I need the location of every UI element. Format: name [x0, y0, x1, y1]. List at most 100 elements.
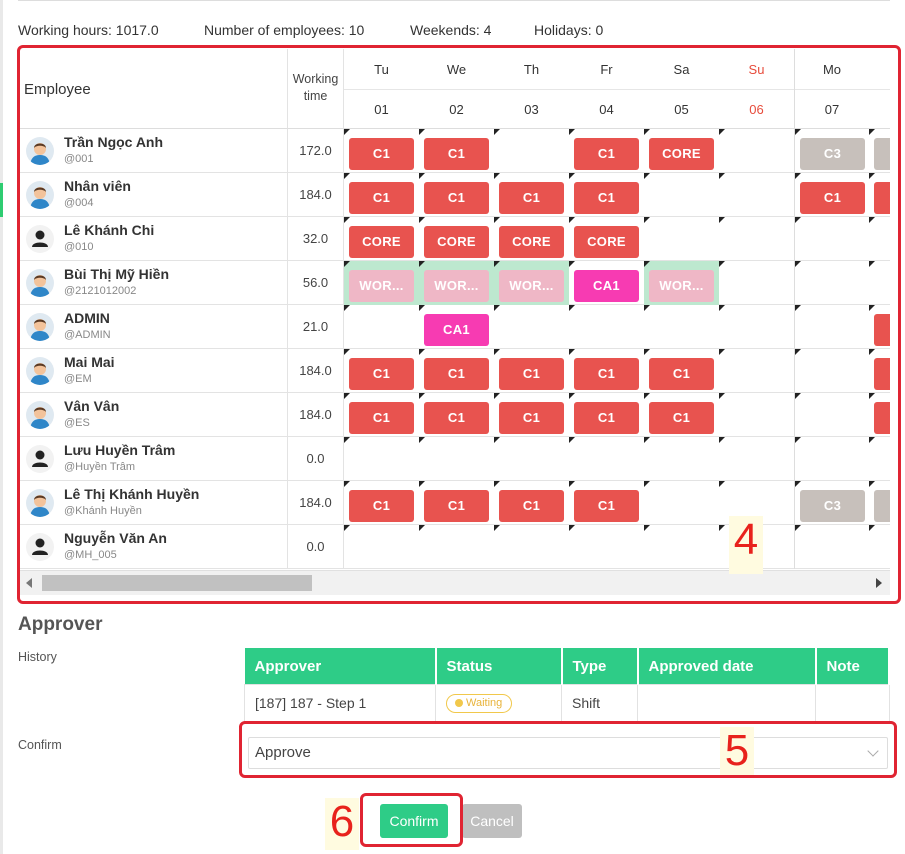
shift-cell[interactable]: C1 — [569, 481, 644, 525]
shift-cell[interactable]: CORE — [419, 217, 494, 261]
employee-cell[interactable]: Mai Mai @EM — [20, 349, 288, 393]
shift-chip[interactable]: C1 — [424, 138, 489, 170]
shift-chip[interactable]: C1 — [349, 490, 414, 522]
scrollbar-thumb[interactable] — [42, 575, 312, 591]
shift-cell[interactable] — [869, 481, 890, 525]
shift-chip[interactable]: C3 — [800, 138, 865, 170]
employee-cell[interactable]: Vân Vân @ES — [20, 393, 288, 437]
shift-cell[interactable] — [644, 437, 719, 481]
shift-chip[interactable]: C1 — [424, 182, 489, 214]
shift-cell[interactable] — [869, 393, 890, 437]
shift-chip[interactable]: CORE — [574, 226, 639, 258]
shift-chip[interactable]: CA1 — [574, 270, 639, 302]
shift-cell[interactable] — [344, 525, 419, 569]
decision-select[interactable]: Approve — [248, 737, 888, 769]
shift-cell[interactable]: C1 — [419, 481, 494, 525]
shift-cell[interactable] — [794, 261, 869, 305]
shift-cell[interactable] — [794, 437, 869, 481]
shift-cell[interactable] — [419, 525, 494, 569]
shift-cell[interactable] — [719, 305, 794, 349]
shift-cell[interactable]: C1 — [794, 173, 869, 217]
shift-cell[interactable]: CA1 — [569, 261, 644, 305]
shift-chip[interactable]: C1 — [349, 182, 414, 214]
shift-chip[interactable]: C1 — [349, 358, 414, 390]
shift-cell[interactable]: CA1 — [419, 305, 494, 349]
shift-cell[interactable] — [494, 129, 569, 173]
employee-cell[interactable]: Bùi Thị Mỹ Hiền @2121012002 — [20, 261, 288, 305]
shift-chip[interactable] — [874, 358, 890, 390]
shift-chip[interactable]: C1 — [424, 490, 489, 522]
shift-cell[interactable]: C1 — [494, 393, 569, 437]
shift-cell[interactable] — [494, 305, 569, 349]
shift-chip[interactable]: WOR... — [424, 270, 489, 302]
shift-chip[interactable]: C1 — [499, 402, 564, 434]
shift-cell[interactable]: C1 — [419, 349, 494, 393]
employee-cell[interactable]: Nguyễn Văn An @MH_005 — [20, 525, 288, 569]
shift-cell[interactable] — [644, 217, 719, 261]
shift-cell[interactable] — [719, 217, 794, 261]
shift-chip[interactable]: C1 — [499, 358, 564, 390]
shift-cell[interactable]: CORE — [569, 217, 644, 261]
employee-cell[interactable]: Lưu Huyền Trâm @Huyền Trâm — [20, 437, 288, 481]
shift-cell[interactable] — [869, 217, 890, 261]
shift-cell[interactable] — [869, 173, 890, 217]
employee-cell[interactable]: Lê Khánh Chi @010 — [20, 217, 288, 261]
shift-cell[interactable]: C1 — [569, 349, 644, 393]
shift-cell[interactable] — [419, 437, 494, 481]
shift-chip[interactable]: WOR... — [499, 270, 564, 302]
scroll-right-icon[interactable] — [876, 578, 882, 588]
shift-cell[interactable]: C3 — [794, 481, 869, 525]
shift-cell[interactable] — [869, 129, 890, 173]
shift-chip[interactable]: C1 — [349, 138, 414, 170]
shift-cell[interactable] — [794, 305, 869, 349]
shift-cell[interactable] — [719, 393, 794, 437]
shift-cell[interactable]: C1 — [344, 129, 419, 173]
shift-cell[interactable]: C1 — [419, 173, 494, 217]
shift-cell[interactable] — [644, 525, 719, 569]
shift-cell[interactable] — [719, 261, 794, 305]
shift-chip[interactable]: WOR... — [349, 270, 414, 302]
shift-cell[interactable]: C1 — [494, 349, 569, 393]
shift-cell[interactable] — [494, 437, 569, 481]
shift-cell[interactable]: C1 — [344, 481, 419, 525]
shift-cell[interactable] — [869, 261, 890, 305]
employee-cell[interactable]: Nhân viên @004 — [20, 173, 288, 217]
chevron-down-icon[interactable] — [867, 745, 879, 757]
shift-chip[interactable]: C1 — [499, 182, 564, 214]
shift-chip[interactable] — [874, 138, 890, 170]
shift-chip[interactable]: C3 — [800, 490, 865, 522]
shift-chip[interactable] — [874, 490, 890, 522]
cancel-button[interactable]: Cancel — [462, 804, 522, 838]
shift-chip[interactable]: CORE — [649, 138, 714, 170]
shift-chip[interactable]: C1 — [649, 358, 714, 390]
shift-cell[interactable]: WOR... — [644, 261, 719, 305]
shift-chip[interactable] — [874, 402, 890, 434]
shift-cell[interactable]: CORE — [644, 129, 719, 173]
shift-cell[interactable]: C1 — [344, 349, 419, 393]
shift-cell[interactable] — [719, 437, 794, 481]
shift-cell[interactable]: CORE — [344, 217, 419, 261]
shift-cell[interactable]: C1 — [644, 349, 719, 393]
shift-cell[interactable]: C1 — [644, 393, 719, 437]
shift-cell[interactable] — [794, 525, 869, 569]
shift-chip[interactable]: CORE — [499, 226, 564, 258]
shift-cell[interactable]: C1 — [419, 129, 494, 173]
shift-cell[interactable] — [794, 349, 869, 393]
shift-chip[interactable] — [874, 314, 890, 346]
shift-cell[interactable] — [869, 437, 890, 481]
shift-cell[interactable] — [794, 393, 869, 437]
shift-chip[interactable]: C1 — [800, 182, 865, 214]
shift-chip[interactable]: CA1 — [424, 314, 489, 346]
shift-chip[interactable]: C1 — [574, 402, 639, 434]
shift-chip[interactable]: CORE — [349, 226, 414, 258]
shift-chip[interactable]: WOR... — [649, 270, 714, 302]
shift-cell[interactable]: C1 — [419, 393, 494, 437]
shift-chip[interactable]: C1 — [349, 402, 414, 434]
shift-cell[interactable] — [869, 305, 890, 349]
shift-chip[interactable]: C1 — [574, 358, 639, 390]
employee-cell[interactable]: Lê Thị Khánh Huyền @Khánh Huyền — [20, 481, 288, 525]
shift-cell[interactable] — [644, 481, 719, 525]
shift-cell[interactable] — [794, 217, 869, 261]
shift-cell[interactable] — [719, 129, 794, 173]
shift-cell[interactable] — [344, 305, 419, 349]
